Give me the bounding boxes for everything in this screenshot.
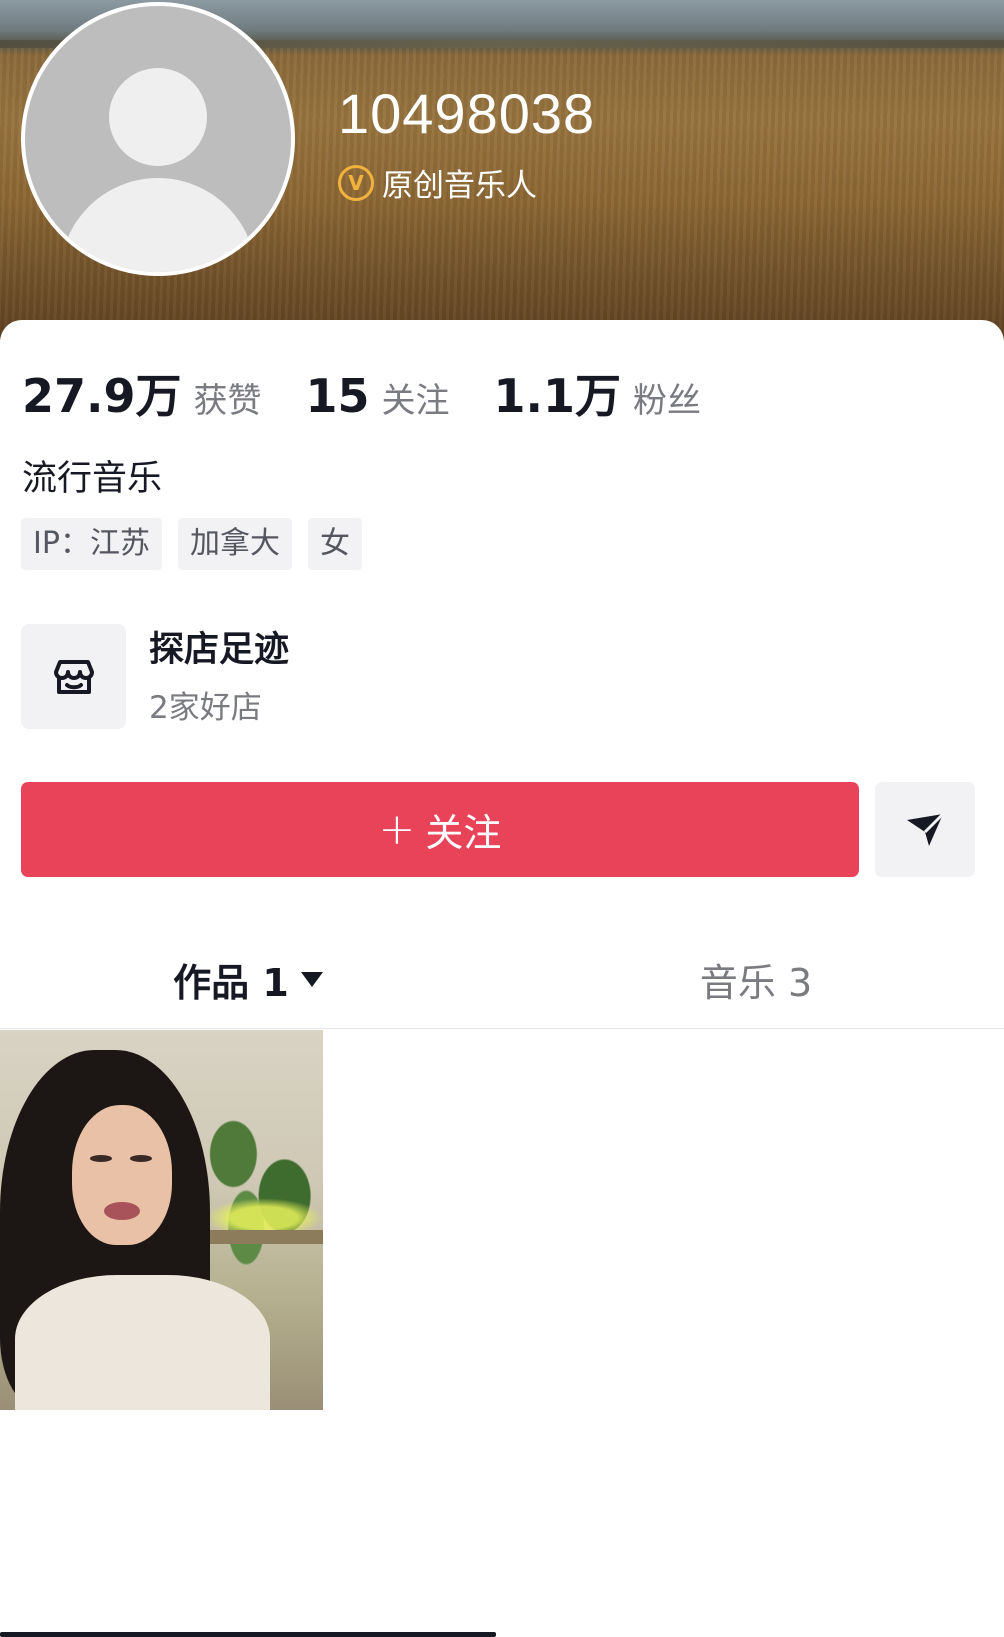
following-stat[interactable]: 15 关注 (306, 369, 450, 423)
tag-country: 加拿大 (177, 518, 292, 570)
default-avatar-icon (25, 6, 291, 272)
tab-music[interactable]: 音乐 3 (508, 930, 1004, 1028)
avatar-head-shape (109, 68, 207, 166)
likes-stat[interactable]: 27.9万 获赞 (22, 360, 262, 426)
likes-label: 获赞 (193, 381, 262, 421)
profile-tags: IP：江苏 加拿大 女 (21, 518, 362, 570)
likes-count: 27.9万 (22, 369, 182, 423)
profile-header-background: 10498038 V 原创音乐人 (0, 0, 1004, 340)
bio-text: 流行音乐 (22, 459, 163, 499)
follow-button[interactable]: + 关注 (21, 782, 859, 877)
username: 10498038 (338, 82, 596, 145)
avatar-body-shape (60, 178, 256, 272)
content-tabs: 作品 1 音乐 3 (0, 930, 1004, 1637)
verified-badge[interactable]: V 原创音乐人 (338, 160, 537, 205)
thumbnail-plants (195, 1070, 323, 1280)
shop-subtitle: 2家好店 (149, 690, 262, 726)
followers-stat[interactable]: 1.1万 粉丝 (494, 360, 702, 426)
tab-works-label: 作品 1 (173, 960, 289, 1005)
store-icon (21, 624, 126, 729)
following-count: 15 (305, 369, 370, 423)
thumbnail-shelf (210, 1230, 323, 1244)
shop-title: 探店足迹 (149, 630, 290, 670)
thumbnail-mouth (104, 1202, 140, 1220)
thumbnail-eye-left (90, 1155, 112, 1162)
tag-gender: 女 (307, 518, 362, 570)
send-message-button[interactable] (875, 782, 975, 877)
following-label: 关注 (381, 381, 450, 421)
followers-count: 1.1万 (493, 369, 622, 423)
thumbnail-sweater (15, 1275, 270, 1410)
plus-icon: + (378, 803, 416, 855)
tag-ip-location: IP：江苏 (21, 518, 162, 570)
active-tab-indicator (0, 1632, 496, 1637)
followers-label: 粉丝 (633, 381, 702, 421)
caret-down-icon[interactable] (300, 971, 323, 987)
shop-visits-entry[interactable]: 探店足迹 2家好店 (21, 624, 289, 729)
verified-label: 原创音乐人 (382, 168, 537, 204)
send-icon (907, 812, 945, 846)
tab-music-label: 音乐 3 (699, 960, 813, 1005)
action-row: + 关注 (21, 782, 975, 877)
profile-card: 27.9万 获赞 15 关注 1.1万 粉丝 流行音乐 IP：江苏 加拿大 女 … (0, 320, 1004, 1637)
tab-works[interactable]: 作品 1 (0, 930, 496, 1028)
follow-label: 关注 (425, 811, 502, 855)
video-thumbnail[interactable] (0, 1030, 323, 1410)
stats-row: 27.9万 获赞 15 关注 1.1万 粉丝 (22, 360, 745, 426)
verified-v-icon: V (338, 164, 374, 201)
thumbnail-eye-right (130, 1155, 152, 1162)
avatar[interactable] (21, 2, 295, 276)
thumbnail-person-face (72, 1105, 172, 1245)
